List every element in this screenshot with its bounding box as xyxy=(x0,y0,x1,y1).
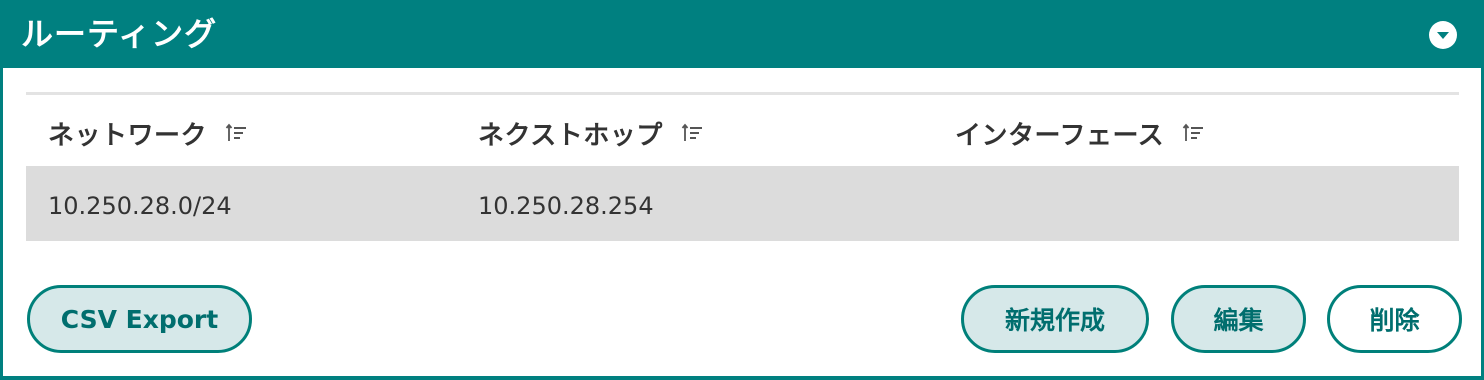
csv-export-button[interactable]: CSV Export xyxy=(27,285,252,353)
column-header-label: ネットワーク xyxy=(48,120,208,151)
chevron-down-icon xyxy=(1437,32,1449,39)
column-header-network[interactable]: ネットワーク xyxy=(48,115,251,151)
edit-button[interactable]: 編集 xyxy=(1171,285,1306,353)
sort-icon[interactable] xyxy=(1182,122,1208,144)
cell-next-hop: 10.250.28.254 xyxy=(478,192,654,220)
table-header-row: ネットワーク ネクストホップ インターフェース xyxy=(26,95,1459,166)
column-header-next-hop[interactable]: ネクストホップ xyxy=(478,115,707,151)
create-button[interactable]: 新規作成 xyxy=(961,285,1149,353)
routing-panel: ルーティング ネットワーク ネクストホップ インターフェース 10.250.28… xyxy=(0,0,1484,380)
panel-header: ルーティング xyxy=(3,0,1481,68)
routing-table: ネットワーク ネクストホップ インターフェース 10.250.28.0/24 1… xyxy=(26,92,1459,241)
cell-network: 10.250.28.0/24 xyxy=(48,192,232,220)
table-row[interactable]: 10.250.28.0/24 10.250.28.254 xyxy=(26,166,1459,241)
column-header-interface[interactable]: インターフェース xyxy=(955,115,1208,151)
panel-title: ルーティング xyxy=(21,15,218,53)
column-header-label: インターフェース xyxy=(955,120,1165,151)
column-header-label: ネクストホップ xyxy=(478,120,663,151)
sort-icon[interactable] xyxy=(225,122,251,144)
collapse-toggle-button[interactable] xyxy=(1429,21,1457,49)
delete-button[interactable]: 削除 xyxy=(1327,285,1462,353)
sort-icon[interactable] xyxy=(681,122,707,144)
